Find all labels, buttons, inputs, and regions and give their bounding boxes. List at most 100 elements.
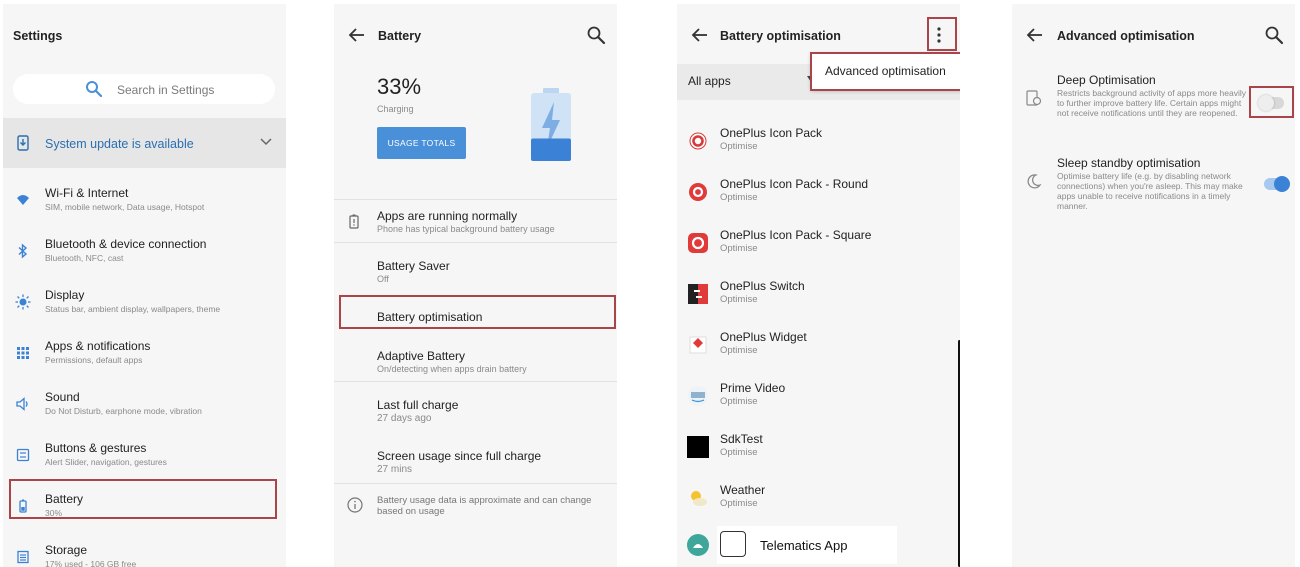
page-title: Battery optimisation: [720, 29, 841, 43]
apps-running-normally-row[interactable]: Apps are running normally Phone has typi…: [334, 203, 617, 243]
oneplus-icon-pack-round-icon: [689, 183, 707, 201]
app-name: Prime Video: [720, 381, 786, 395]
item-subtitle: On/detecting when apps drain battery: [377, 364, 527, 374]
settings-item-wifi[interactable]: Wi-Fi & Internet SIM, mobile network, Da…: [3, 179, 286, 229]
search-input[interactable]: Search in Settings: [13, 74, 275, 104]
charging-status: Charging: [377, 104, 414, 114]
weather-icon: [691, 491, 707, 506]
item-title: Apps & notifications: [45, 339, 151, 353]
item-subtitle: Bluetooth, NFC, cast: [45, 253, 124, 263]
app-item-oneplus-icon-pack[interactable]: OnePlus Icon Pack Optimise: [677, 120, 960, 170]
scrollbar[interactable]: [958, 340, 960, 567]
wifi-icon: [17, 195, 29, 205]
app-item-oneplus-icon-pack-square[interactable]: OnePlus Icon Pack - Square Optimise: [677, 222, 960, 272]
app-status: Optimise: [720, 447, 758, 458]
telematics-app-icon: [720, 531, 746, 557]
apps-grid-icon: [17, 347, 29, 359]
app-item-oneplus-widget[interactable]: OnePlus Widget Optimise: [677, 324, 960, 374]
battery-level-icon: [531, 88, 571, 161]
item-subtitle: Status bar, ambient display, wallpapers,…: [45, 304, 221, 314]
search-icon: [86, 81, 103, 98]
page-title: Battery: [378, 29, 422, 43]
item-subtitle: 17% used - 106 GB free: [45, 559, 137, 567]
item-description: Optimise battery life (e.g. by disabling…: [1057, 171, 1243, 211]
oneplus-switch-icon: [688, 284, 708, 304]
item-title: Bluetooth & device connection: [45, 237, 207, 251]
battery-alert-icon: [349, 214, 359, 229]
battery-screen: Battery 33% Charging USAGE TOTALS Apps a…: [334, 4, 617, 567]
info-icon: [347, 497, 363, 513]
settings-item-apps[interactable]: Apps & notifications Permissions, defaul…: [3, 332, 286, 382]
settings-item-storage[interactable]: Storage 17% used - 106 GB free: [3, 536, 286, 567]
adaptive-battery-row[interactable]: Adaptive Battery On/detecting when apps …: [334, 343, 617, 383]
android-app-icon: [687, 534, 709, 556]
usage-totals-button[interactable]: USAGE TOTALS: [377, 127, 466, 159]
filter-label: All apps: [688, 74, 731, 88]
highlight-more-options: [927, 17, 957, 51]
oneplus-icon-pack-square-icon: [688, 233, 708, 253]
settings-item-sound[interactable]: Sound Do Not Disturb, earphone mode, vib…: [3, 383, 286, 433]
item-title: Last full charge: [377, 398, 459, 412]
app-name: OnePlus Switch: [720, 279, 805, 293]
bluetooth-icon: [18, 243, 28, 259]
highlight-advanced-optimisation: [810, 52, 960, 91]
battery-usage-note: Battery usage data is approximate and ca…: [334, 490, 617, 530]
app-status: Optimise: [720, 243, 758, 254]
app-item-prime-video[interactable]: Prime Video Optimise: [677, 375, 960, 425]
item-subtitle: Do Not Disturb, earphone mode, vibration: [45, 406, 202, 416]
settings-screen: Settings Search in Settings System updat…: [3, 4, 286, 567]
app-status: Optimise: [720, 396, 758, 407]
search-placeholder: Search in Settings: [117, 83, 215, 97]
battery-percent: 33%: [377, 74, 422, 99]
storage-icon: [17, 550, 29, 564]
item-subtitle: Off: [377, 274, 389, 284]
app-item-weather[interactable]: Weather Optimise: [677, 477, 960, 527]
battery-saver-row[interactable]: Battery Saver Off: [334, 253, 617, 293]
settings-item-display[interactable]: Display Status bar, ambient display, wal…: [3, 281, 286, 331]
update-label: System update is available: [45, 137, 194, 151]
app-name: Weather: [720, 483, 766, 497]
app-status: Optimise: [720, 294, 758, 305]
app-item-oneplus-icon-pack-round[interactable]: OnePlus Icon Pack - Round Optimise: [677, 171, 960, 221]
sdktest-icon: [687, 436, 709, 458]
search-icon[interactable]: [585, 24, 607, 46]
item-title: Display: [45, 288, 85, 302]
item-subtitle: Alert Slider, navigation, gestures: [45, 457, 167, 467]
item-title: Storage: [45, 543, 88, 557]
app-status: Optimise: [720, 192, 758, 203]
item-subtitle: SIM, mobile network, Data usage, Hotspot: [45, 202, 205, 212]
last-full-charge-row: Last full charge 27 days ago: [334, 392, 617, 432]
item-subtitle: 27 days ago: [377, 413, 432, 424]
telematics-app-item[interactable]: Telematics App: [717, 526, 897, 564]
chevron-down-icon: [260, 138, 272, 146]
app-item-oneplus-switch[interactable]: OnePlus Switch Optimise: [677, 273, 960, 323]
settings-item-buttons[interactable]: Buttons & gestures Alert Slider, navigat…: [3, 434, 286, 484]
sleep-standby-toggle[interactable]: [1264, 176, 1290, 192]
item-title: Sleep standby optimisation: [1057, 156, 1201, 170]
app-status: Optimise: [720, 345, 758, 356]
system-update-banner[interactable]: System update is available: [3, 118, 286, 168]
battery-fill: [531, 138, 571, 161]
app-status: Optimise: [720, 498, 758, 509]
item-title: Adaptive Battery: [377, 349, 466, 363]
note-text: Battery usage data is approximate and ca…: [377, 495, 592, 517]
item-title: Buttons & gestures: [45, 441, 147, 455]
item-title: Battery Saver: [377, 259, 450, 273]
back-arrow-icon[interactable]: [346, 24, 368, 46]
app-name: SdkTest: [720, 432, 763, 446]
settings-item-bluetooth[interactable]: Bluetooth & device connection Bluetooth,…: [3, 230, 286, 280]
app-item-sdktest[interactable]: SdkTest Optimise: [677, 426, 960, 476]
item-title: Apps are running normally: [377, 209, 518, 223]
battery-optimisation-screen: Battery optimisation All apps OnePlus Ic…: [677, 4, 960, 567]
prime-video-icon: [688, 386, 708, 406]
app-name: OnePlus Widget: [720, 330, 807, 344]
app-name: OnePlus Icon Pack - Round: [720, 177, 869, 191]
back-arrow-icon[interactable]: [1024, 24, 1046, 46]
advanced-optimisation-screen: Advanced optimisation Deep Optimisation …: [1012, 4, 1295, 567]
page-title: Settings: [13, 29, 63, 43]
item-subtitle: Permissions, default apps: [45, 355, 143, 365]
app-name: OnePlus Icon Pack - Square: [720, 228, 872, 242]
buttons-icon: [16, 448, 30, 462]
search-icon[interactable]: [1263, 24, 1285, 46]
back-arrow-icon[interactable]: [689, 24, 711, 46]
